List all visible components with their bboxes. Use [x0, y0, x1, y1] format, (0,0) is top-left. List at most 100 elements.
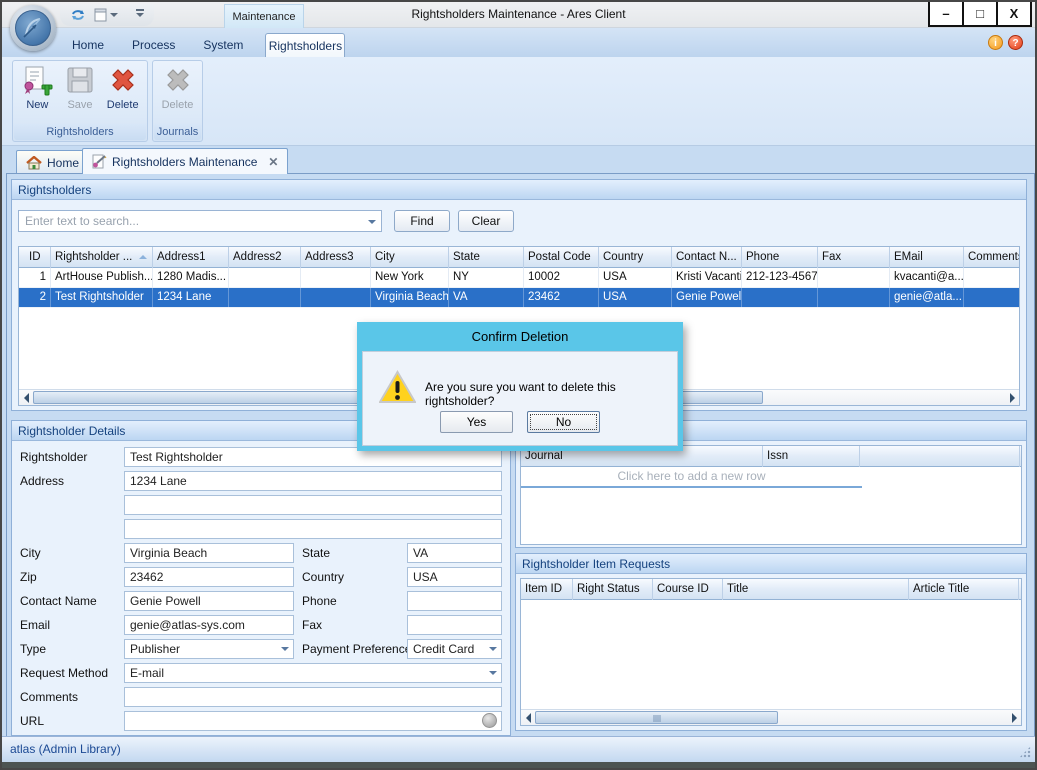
- quick-access-toolbar: [60, 4, 154, 26]
- chevron-down-icon[interactable]: [489, 671, 497, 679]
- chevron-down-icon[interactable]: [368, 220, 376, 228]
- chevron-down-icon[interactable]: [489, 647, 497, 655]
- ribbon-tab-system[interactable]: System: [189, 33, 257, 57]
- column-header[interactable]: Address2: [229, 247, 301, 268]
- column-header[interactable]: [860, 446, 1020, 467]
- request-method-field[interactable]: [124, 663, 502, 683]
- fax-field[interactable]: [407, 615, 502, 635]
- column-header[interactable]: Comments: [964, 247, 1020, 268]
- yes-button[interactable]: Yes: [440, 411, 513, 433]
- address2-field[interactable]: [124, 495, 502, 515]
- table-row[interactable]: 2Test Rightsholder1234 LaneVirginia Beac…: [19, 288, 1019, 308]
- zip-label: Zip: [20, 567, 37, 587]
- city-field[interactable]: [124, 543, 294, 563]
- column-header[interactable]: Issn: [763, 446, 860, 467]
- close-button[interactable]: X: [996, 2, 1032, 27]
- address-label: Address: [20, 471, 64, 491]
- state-field[interactable]: [407, 543, 502, 563]
- clear-button[interactable]: Clear: [458, 210, 514, 232]
- column-header[interactable]: Phone: [742, 247, 818, 268]
- resize-grip[interactable]: [1019, 746, 1031, 758]
- save-button[interactable]: Save: [60, 64, 101, 124]
- scroll-right-icon[interactable]: [1005, 391, 1019, 405]
- payment-preference-field[interactable]: [407, 639, 502, 659]
- table-cell: 23462: [524, 288, 599, 308]
- country-field[interactable]: [407, 567, 502, 587]
- find-button[interactable]: Find: [394, 210, 450, 232]
- scrollbar-thumb[interactable]: [535, 711, 778, 724]
- no-button[interactable]: No: [527, 411, 600, 433]
- maximize-button[interactable]: □: [962, 2, 998, 27]
- column-header[interactable]: City: [371, 247, 449, 268]
- delete-journal-button[interactable]: Delete: [157, 64, 198, 124]
- delete-x-icon: [107, 64, 139, 96]
- column-header[interactable]: State: [449, 247, 524, 268]
- refresh-icon[interactable]: [70, 8, 86, 22]
- new-button[interactable]: New: [17, 64, 58, 124]
- column-header[interactable]: Country: [599, 247, 672, 268]
- payment-preference-combobox[interactable]: [407, 639, 502, 659]
- content-area: Rightsholders Find Clear IDRightsholder …: [6, 173, 1035, 738]
- new-certificate-icon: [21, 64, 53, 96]
- table-cell: VA: [449, 288, 524, 308]
- column-header[interactable]: Postal Code: [524, 247, 599, 268]
- column-header[interactable]: EMail: [890, 247, 964, 268]
- column-header[interactable]: Article Title: [909, 579, 1019, 600]
- scroll-right-icon[interactable]: [1007, 711, 1021, 725]
- scroll-left-icon[interactable]: [19, 391, 33, 405]
- grid-header-row: IDRightsholder ...Address1Address2Addres…: [19, 247, 1019, 268]
- ares-bow-logo-icon: [15, 10, 51, 46]
- url-field[interactable]: [124, 711, 502, 731]
- email-field[interactable]: [124, 615, 294, 635]
- horizontal-scrollbar[interactable]: [521, 709, 1021, 725]
- column-header[interactable]: Title: [723, 579, 909, 600]
- table-cell: [301, 268, 371, 288]
- customize-qat-icon[interactable]: [136, 9, 144, 21]
- column-header[interactable]: Item ID: [521, 579, 573, 600]
- type-field[interactable]: [124, 639, 294, 659]
- new-item-button[interactable]: [94, 8, 118, 22]
- ribbon-tab-row: Home Process System Rightsholders i ?: [2, 28, 1035, 57]
- item-requests-grid: Item IDRight StatusCourse IDTitleArticle…: [520, 578, 1022, 726]
- application-menu-button[interactable]: [10, 5, 56, 51]
- ribbon-group-journals: Delete Journals: [152, 60, 203, 142]
- column-header[interactable]: Address3: [301, 247, 371, 268]
- dropdown-caret-icon: [110, 13, 118, 21]
- column-header[interactable]: Contact N...: [672, 247, 742, 268]
- help-icon[interactable]: ?: [1008, 35, 1023, 50]
- phone-field[interactable]: [407, 591, 502, 611]
- tab-home[interactable]: Home: [16, 150, 89, 174]
- contact-name-field[interactable]: [124, 591, 294, 611]
- comments-field[interactable]: [124, 687, 502, 707]
- chevron-down-icon[interactable]: [281, 647, 289, 655]
- table-row[interactable]: 1ArtHouse Publish...1280 Madis...New Yor…: [19, 268, 1019, 288]
- ribbon-tab-home[interactable]: Home: [58, 33, 118, 57]
- column-header[interactable]: Course ID: [653, 579, 723, 600]
- application-window: Rightsholders Maintenance - Ares Client …: [0, 0, 1037, 770]
- minimize-button[interactable]: –: [928, 2, 964, 27]
- tab-close-icon[interactable]: ✕: [268, 155, 278, 169]
- column-header[interactable]: Fax: [818, 247, 890, 268]
- column-header[interactable]: Rightsholder ...: [51, 247, 153, 268]
- address3-field[interactable]: [124, 519, 502, 539]
- add-new-row[interactable]: Click here to add a new row: [521, 467, 862, 486]
- rightsholder-label: Rightsholder: [20, 447, 87, 467]
- type-combobox[interactable]: [124, 639, 294, 659]
- search-combobox[interactable]: [18, 210, 382, 232]
- scroll-left-icon[interactable]: [521, 711, 535, 725]
- open-url-globe-icon[interactable]: [482, 713, 497, 728]
- ribbon-tab-process[interactable]: Process: [118, 33, 189, 57]
- column-header[interactable]: ID: [25, 247, 51, 268]
- ribbon-group-rightsholders: New Save Delete Rightshold: [12, 60, 148, 142]
- tab-rightsholders-maintenance[interactable]: Rightsholders Maintenance ✕: [82, 148, 288, 174]
- address1-field[interactable]: [124, 471, 502, 491]
- ribbon-tab-rightsholders[interactable]: Rightsholders: [265, 33, 345, 57]
- zip-field[interactable]: [124, 567, 294, 587]
- request-method-combobox[interactable]: [124, 663, 502, 683]
- title-bar: Rightsholders Maintenance - Ares Client …: [2, 2, 1035, 28]
- delete-rightsholder-button[interactable]: Delete: [102, 64, 143, 124]
- info-icon[interactable]: i: [988, 35, 1003, 50]
- column-header[interactable]: Address1: [153, 247, 229, 268]
- search-input[interactable]: [19, 211, 381, 231]
- column-header[interactable]: Right Status: [573, 579, 653, 600]
